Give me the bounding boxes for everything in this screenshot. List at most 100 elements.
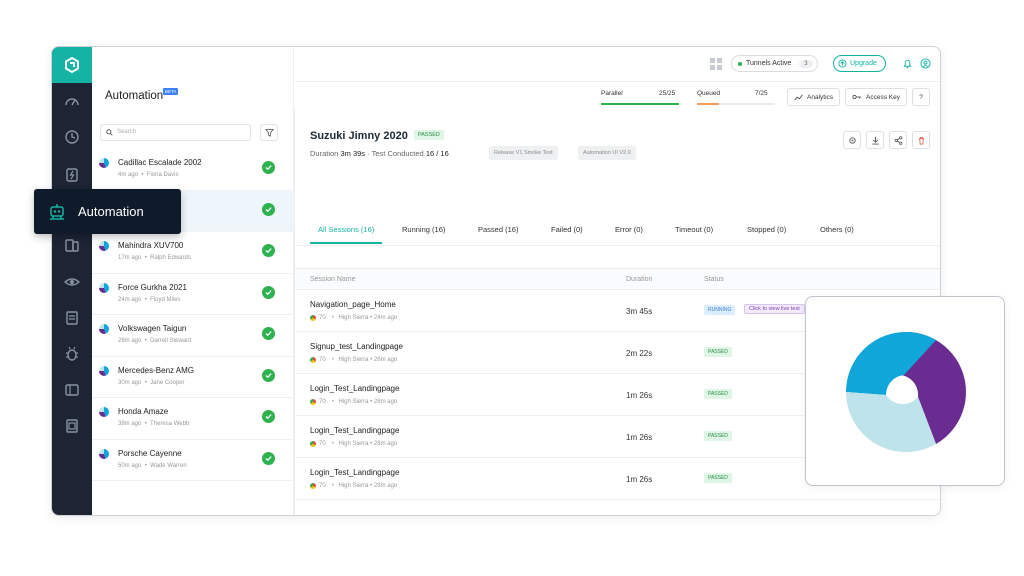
session-status-badge: PASSED <box>704 347 732 357</box>
settings-icon <box>848 136 856 144</box>
build-user: Jane Cooper <box>150 379 185 386</box>
browser-version: 70 <box>319 315 326 321</box>
tests-label: Test Conducted <box>371 149 424 158</box>
session-name[interactable]: Login_Test_Landingpage <box>310 384 399 393</box>
session-tab[interactable]: Running (16) <box>402 222 445 244</box>
tooltip-label: Automation <box>78 204 144 219</box>
dashboard-icon[interactable] <box>62 92 82 112</box>
session-duration: 1m 26s <box>626 475 653 484</box>
icon-rail <box>52 47 92 515</box>
user-icon[interactable] <box>920 58 931 69</box>
analytics-button[interactable]: Analytics <box>787 88 841 106</box>
session-tab[interactable]: Passed (16) <box>478 222 518 244</box>
os-logo-icon <box>846 331 966 453</box>
session-tab[interactable]: Stopped (0) <box>747 222 786 244</box>
visual-icon[interactable] <box>62 272 82 292</box>
help-button[interactable]: ? <box>912 88 930 106</box>
screenshot-icon[interactable] <box>62 380 82 400</box>
apple-icon: • <box>331 315 336 321</box>
build-list-item[interactable]: Honda Amaze 38m ago • Theresa Webb <box>92 398 294 440</box>
build-tag[interactable]: Release V1 Smoke Test <box>489 146 558 160</box>
os-name: High Sierra <box>338 441 369 447</box>
tunnels-status[interactable]: Tunnels Active 3 <box>731 55 818 72</box>
upgrade-label: Upgrade <box>850 60 877 67</box>
build-name: Mahindra XUV700 <box>118 241 184 250</box>
session-name[interactable]: Login_Test_Landingpage <box>310 426 399 435</box>
build-time: 24m ago <box>118 296 142 303</box>
session-duration: 3m 45s <box>626 307 653 316</box>
grid-icon[interactable] <box>710 58 722 70</box>
column-header-session-name[interactable]: Session Name <box>310 276 356 283</box>
session-name[interactable]: Signup_test_Landingpage <box>310 342 403 351</box>
access-key-button[interactable]: Access Key <box>845 88 907 106</box>
build-time: 28m ago <box>118 338 142 344</box>
session-tab[interactable]: All Sessions (16) <box>310 222 383 244</box>
passed-check-icon <box>262 451 275 465</box>
passed-check-icon <box>262 202 275 216</box>
filter-button[interactable] <box>260 124 278 141</box>
os-name: High Sierra <box>338 483 369 489</box>
build-time: 50m ago <box>118 462 142 469</box>
session-tab[interactable]: Error (0) <box>615 222 643 244</box>
passed-check-icon <box>262 410 275 423</box>
download-button[interactable] <box>866 131 884 149</box>
build-list-item[interactable]: Mahindra XUV700 17m ago • Ralph Edwards <box>92 232 294 274</box>
os-name: High Sierra <box>338 315 369 321</box>
column-header-status[interactable]: Status <box>704 276 724 283</box>
delete-button[interactable] <box>912 131 930 149</box>
build-meta: 17m ago • Ralph Edwards <box>118 255 191 261</box>
session-name[interactable]: Navigation_page_Home <box>310 300 396 309</box>
clock-icon[interactable] <box>62 127 82 147</box>
session-tab[interactable]: Failed (0) <box>551 222 583 244</box>
session-time: 24m ago <box>373 315 398 321</box>
build-time: 4m ago <box>118 172 139 178</box>
build-meta: 28m ago • Darrell Steward <box>118 338 192 344</box>
build-time: 30m ago <box>118 379 142 386</box>
build-user: Floyd Miles <box>150 296 181 303</box>
share-icon <box>894 135 902 145</box>
session-tab[interactable]: Others (0) <box>820 222 854 244</box>
os-icon <box>99 365 109 376</box>
bug-icon[interactable] <box>62 344 82 364</box>
build-meta: 30m ago • Jane Cooper <box>118 379 185 386</box>
build-time: 17m ago <box>118 255 142 261</box>
session-name[interactable]: Login_Test_Landingpage <box>310 468 399 477</box>
search-input[interactable]: Search <box>100 124 251 141</box>
build-name: Mercedes-Benz AMG <box>118 365 195 375</box>
build-list-item[interactable]: Force Gurkha 2021 24m ago • Floyd Miles <box>92 274 294 315</box>
parallel-progress <box>601 103 679 105</box>
bell-icon[interactable] <box>902 58 913 69</box>
os-icon <box>99 407 109 417</box>
folder-icon[interactable] <box>62 416 82 436</box>
session-time: 28m ago <box>373 399 398 405</box>
build-list-item[interactable]: Cadillac Escalade 2002 4m ago • Fiona Dav… <box>92 149 294 191</box>
top-bar: Tunnels Active 3 Upgrade <box>294 47 940 81</box>
session-duration: 2m 22s <box>626 349 653 358</box>
upgrade-icon <box>838 59 847 68</box>
queued-value: 7/25 <box>755 90 768 97</box>
tests-value: 16 / 16 <box>425 149 449 158</box>
automation-tooltip[interactable]: Automation <box>34 189 181 234</box>
build-user: Theresa Webb <box>150 421 190 427</box>
build-tag[interactable]: Automation UI V2.0 <box>578 146 636 160</box>
table-header: Session Name Duration Status <box>295 268 940 290</box>
docs-icon[interactable] <box>62 308 82 328</box>
upgrade-button[interactable]: Upgrade <box>833 55 886 72</box>
devices-icon[interactable] <box>62 235 82 255</box>
logo-icon[interactable] <box>52 47 92 83</box>
settings-button[interactable] <box>843 131 861 149</box>
build-meta: 24m ago • Floyd Miles <box>118 296 181 303</box>
build-list-item[interactable]: Volkswagen Taigun 28m ago • Darrell Stewa… <box>92 315 294 357</box>
view-live-test-button[interactable]: Click to view live test <box>744 304 805 314</box>
session-tab[interactable]: Timeout (0) <box>675 222 713 244</box>
passed-check-icon <box>262 244 275 257</box>
queued-label: Queued <box>697 90 721 97</box>
power-icon[interactable] <box>62 165 82 185</box>
build-list-item[interactable]: Mercedes-Benz AMG 30m ago • Jane Cooper <box>92 357 294 398</box>
share-button[interactable] <box>889 131 907 149</box>
duration-label: Duration <box>310 149 339 158</box>
session-meta: 70 • High Sierra • 28m ago <box>310 399 397 405</box>
session-time: 28m ago <box>373 441 398 447</box>
build-list-item[interactable]: Porsche Cayenne 50m ago • Wade Warren <box>92 440 294 481</box>
column-header-duration[interactable]: Duration <box>626 276 652 283</box>
